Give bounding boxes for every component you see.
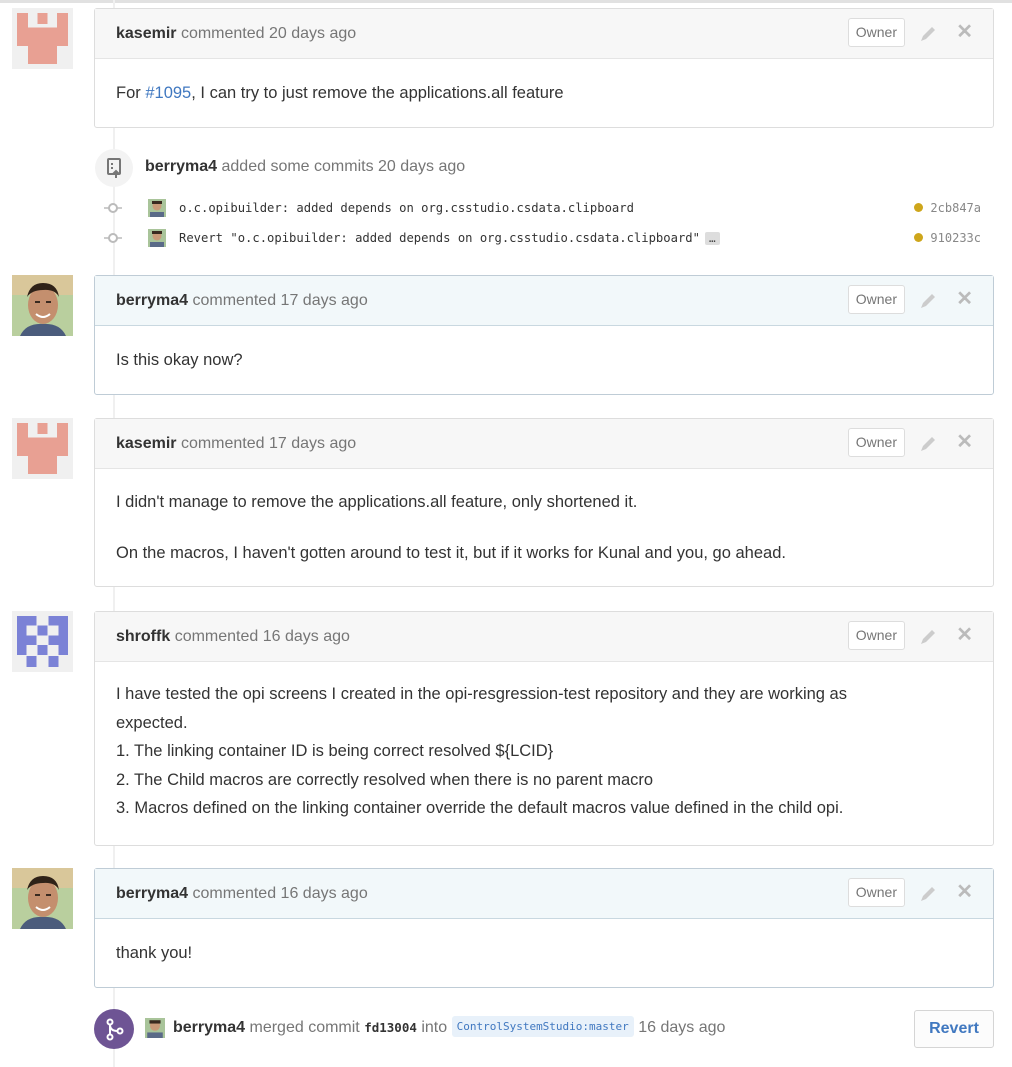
avatar-shroffk[interactable] xyxy=(12,611,73,672)
commit-event-text: berryma4 added some commits 20 days ago xyxy=(145,158,465,176)
git-merge-icon xyxy=(94,1009,134,1049)
comment-action: commented xyxy=(174,628,259,645)
pencil-icon[interactable] xyxy=(918,627,938,647)
pencil-icon[interactable] xyxy=(918,291,938,311)
comment-text-prefix: For xyxy=(116,84,146,102)
pencil-icon[interactable] xyxy=(918,24,938,44)
comment-line: expected. xyxy=(116,713,188,732)
event-timestamp[interactable]: 20 days ago xyxy=(378,158,465,175)
owner-badge: Owner xyxy=(847,18,905,47)
owner-badge: Owner xyxy=(847,285,905,314)
comment-1: kasemir commented 20 days ago Owner ✕ Fo… xyxy=(94,8,994,128)
comment-header: berryma4 commented 17 days ago Owner ✕ xyxy=(95,276,993,326)
merge-timestamp[interactable]: 16 days ago xyxy=(638,1019,725,1036)
comment-2: berryma4 commented 17 days ago Owner ✕ I… xyxy=(94,275,994,395)
commit-status-dot[interactable] xyxy=(914,203,924,212)
commit-message[interactable]: Revert "o.c.opibuilder: added depends on… xyxy=(179,231,700,245)
commit-row: o.c.opibuilder: added depends on org.css… xyxy=(104,198,984,220)
commit-sha[interactable]: 2cb847a xyxy=(930,201,981,215)
close-icon[interactable]: ✕ xyxy=(956,289,973,309)
comment-header: shroffk commented 16 days ago Owner ✕ xyxy=(95,612,993,662)
commit-sha[interactable]: 910233c xyxy=(930,231,981,245)
comment-action: commented xyxy=(192,885,277,902)
comment-header: kasemir commented 20 days ago Owner ✕ xyxy=(95,9,993,59)
owner-badge: Owner xyxy=(847,878,905,907)
merge-event-text: berryma4 merged commit fd13004 into Cont… xyxy=(173,1016,725,1037)
close-icon[interactable]: ✕ xyxy=(956,882,973,902)
avatar-berryma4-small[interactable] xyxy=(148,229,166,247)
event-author[interactable]: berryma4 xyxy=(145,158,217,175)
comment-body: For #1095, I can try to just remove the … xyxy=(95,59,993,108)
comment-author[interactable]: berryma4 xyxy=(116,292,188,309)
avatar-kasemir[interactable] xyxy=(12,8,73,69)
comment-5: berryma4 commented 16 days ago Owner ✕ t… xyxy=(94,868,994,988)
repo-push-icon xyxy=(95,149,133,187)
comment-action: commented xyxy=(180,25,265,42)
comment-body: I didn't manage to remove the applicatio… xyxy=(95,469,993,567)
comment-text-suffix: , I can try to just remove the applicati… xyxy=(191,84,564,102)
avatar-berryma4[interactable] xyxy=(12,868,73,929)
merge-into: into xyxy=(421,1019,448,1036)
comment-paragraph: I didn't manage to remove the applicatio… xyxy=(116,493,638,511)
comment-line: 1. The linking container ID is being cor… xyxy=(116,742,554,760)
comment-action: commented xyxy=(180,435,265,452)
comment-timestamp[interactable]: 16 days ago xyxy=(281,885,368,902)
issue-link[interactable]: #1095 xyxy=(145,84,191,102)
avatar-berryma4-small[interactable] xyxy=(148,199,166,217)
avatar-berryma4-small[interactable] xyxy=(145,1018,165,1038)
comment-author[interactable]: kasemir xyxy=(116,25,177,42)
avatar-kasemir[interactable] xyxy=(12,418,73,479)
comment-4: shroffk commented 16 days ago Owner ✕ I … xyxy=(94,611,994,846)
comment-action: commented xyxy=(192,292,277,309)
pencil-icon[interactable] xyxy=(918,884,938,904)
expand-commit-button[interactable]: … xyxy=(704,232,720,245)
comment-timestamp[interactable]: 16 days ago xyxy=(263,628,350,645)
base-branch-ref[interactable]: ControlSystemStudio:master xyxy=(451,1016,634,1037)
commit-row: Revert "o.c.opibuilder: added depends on… xyxy=(104,228,984,250)
comment-body: I have tested the opi screens I created … xyxy=(95,662,993,823)
comment-paragraph: Is this okay now? xyxy=(116,351,243,369)
close-icon[interactable]: ✕ xyxy=(956,625,973,645)
close-icon[interactable]: ✕ xyxy=(956,22,973,42)
comment-line: I have tested the opi screens I created … xyxy=(116,685,847,703)
merge-action: merged commit xyxy=(249,1019,360,1036)
owner-badge: Owner xyxy=(847,428,905,457)
comment-timestamp[interactable]: 20 days ago xyxy=(269,25,356,42)
close-icon[interactable]: ✕ xyxy=(956,432,973,452)
comment-body: Is this okay now? xyxy=(95,326,993,375)
comment-header: kasemir commented 17 days ago Owner ✕ xyxy=(95,419,993,469)
comment-header: berryma4 commented 16 days ago Owner ✕ xyxy=(95,869,993,919)
comment-3: kasemir commented 17 days ago Owner ✕ I … xyxy=(94,418,994,587)
comment-line: 3. Macros defined on the linking contain… xyxy=(116,799,844,817)
pencil-icon[interactable] xyxy=(918,434,938,454)
comment-timestamp[interactable]: 17 days ago xyxy=(281,292,368,309)
commit-status-dot[interactable] xyxy=(914,233,924,242)
revert-button[interactable]: Revert xyxy=(914,1010,994,1048)
comment-paragraph: On the macros, I haven't gotten around t… xyxy=(116,543,786,562)
comment-timestamp[interactable]: 17 days ago xyxy=(269,435,356,452)
commit-dot-icon xyxy=(104,203,122,213)
top-border xyxy=(0,0,1012,3)
merge-author[interactable]: berryma4 xyxy=(173,1019,245,1036)
comment-author[interactable]: berryma4 xyxy=(116,885,188,902)
comment-body: thank you! xyxy=(95,919,993,968)
owner-badge: Owner xyxy=(847,621,905,650)
merge-commit-sha[interactable]: fd13004 xyxy=(364,1020,417,1035)
comment-paragraph: thank you! xyxy=(116,944,193,962)
comment-author[interactable]: shroffk xyxy=(116,628,170,645)
comment-author[interactable]: kasemir xyxy=(116,435,177,452)
avatar-berryma4[interactable] xyxy=(12,275,73,336)
event-action: added some commits xyxy=(221,158,374,175)
comment-line: 2. The Child macros are correctly resolv… xyxy=(116,770,654,789)
commit-dot-icon xyxy=(104,233,122,243)
commit-message[interactable]: o.c.opibuilder: added depends on org.css… xyxy=(179,201,634,215)
